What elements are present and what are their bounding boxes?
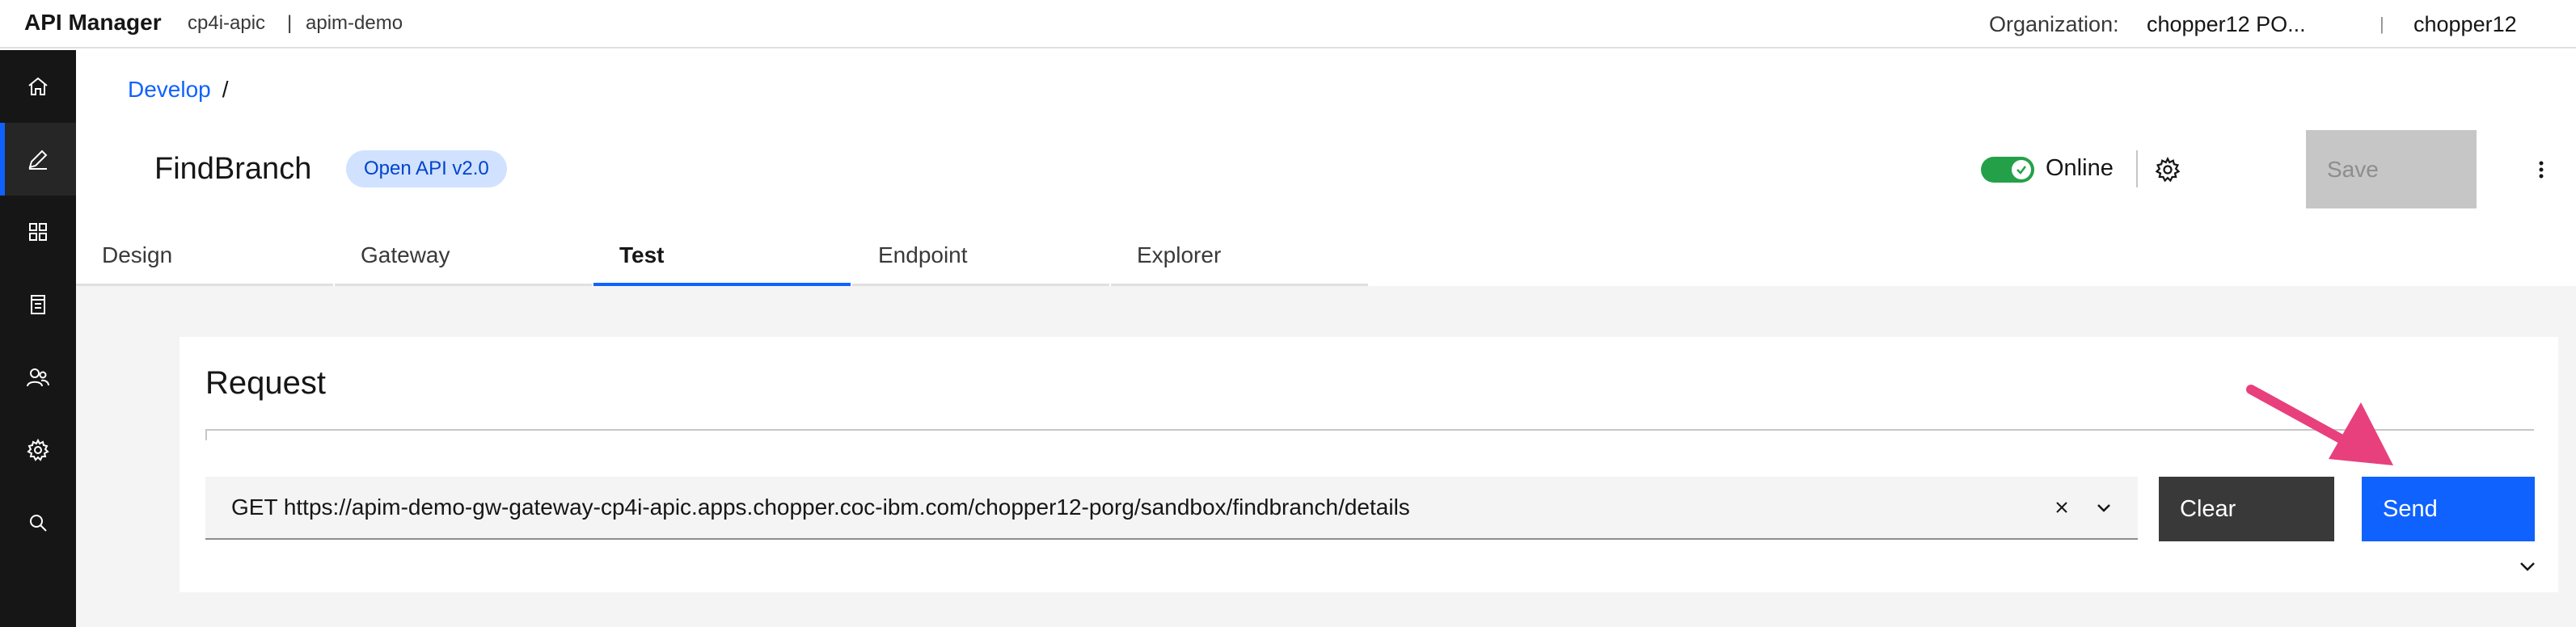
left-sidebar	[0, 50, 76, 627]
url-clear-button[interactable]	[2047, 493, 2076, 522]
edit-icon	[28, 149, 48, 170]
send-button[interactable]: Send	[2362, 477, 2535, 541]
tab-endpoint[interactable]: Endpoint	[852, 234, 1109, 286]
sidebar-item-members[interactable]	[0, 341, 76, 414]
request-url-field[interactable]: GET https://apim-demo-gw-gateway-cp4i-ap…	[205, 477, 2138, 540]
api-version-tag: Open API v2.0	[346, 150, 507, 187]
toolbar-divider	[2136, 150, 2138, 187]
request-divider	[205, 429, 2534, 431]
tab-test[interactable]: Test	[593, 234, 851, 286]
sidebar-item-analytics[interactable]	[0, 268, 76, 341]
header-separator: |	[2380, 14, 2384, 34]
document-icon	[31, 295, 45, 314]
chevron-down-icon	[2520, 562, 2535, 571]
toggle-knob	[2012, 160, 2031, 179]
request-url-value[interactable]: GET https://apim-demo-gw-gateway-cp4i-ap…	[231, 494, 1410, 520]
api-settings-button[interactable]	[2148, 150, 2187, 189]
sidebar-item-develop[interactable]	[0, 123, 76, 196]
catalog-context: cp4i-apic	[188, 12, 266, 34]
expand-request-button[interactable]	[2513, 551, 2542, 580]
sidebar-item-manage[interactable]	[0, 196, 76, 268]
gear-icon	[2155, 156, 2181, 183]
online-status-label: Online	[2046, 155, 2114, 181]
close-icon	[2056, 502, 2067, 513]
request-heading: Request	[205, 365, 326, 401]
save-button[interactable]: Save	[2306, 130, 2477, 208]
users-icon	[27, 368, 49, 387]
instance-context: apim-demo	[306, 12, 403, 34]
search-icon	[30, 515, 47, 532]
request-tile	[179, 337, 2558, 592]
overflow-menu-button[interactable]	[2529, 150, 2553, 189]
app-title[interactable]: API Manager	[24, 10, 162, 36]
breadcrumb: Develop /	[128, 77, 229, 103]
chevron-down-icon	[2097, 504, 2110, 512]
url-dropdown-button[interactable]	[2089, 493, 2118, 522]
gear-icon	[27, 438, 49, 461]
api-tabs: Design Gateway Test Endpoint Explorer	[76, 234, 1370, 286]
top-header: API Manager cp4i-apic | apim-demo Organi…	[0, 0, 2576, 48]
clear-button[interactable]: Clear	[2159, 477, 2334, 541]
sidebar-item-settings[interactable]	[0, 414, 76, 486]
tab-explorer[interactable]: Explorer	[1111, 234, 1368, 286]
sidebar-item-home[interactable]	[0, 50, 76, 123]
home-icon	[28, 77, 48, 95]
user-menu[interactable]: chopper12	[2413, 12, 2517, 37]
page-title: FindBranch	[154, 152, 312, 186]
organization-selector[interactable]: chopper12 PO...	[2147, 12, 2306, 37]
breadcrumb-separator: /	[222, 77, 229, 102]
context-separator: |	[287, 12, 293, 34]
grid-icon	[29, 223, 47, 241]
sidebar-item-search[interactable]	[0, 486, 76, 559]
tab-gateway[interactable]: Gateway	[335, 234, 592, 286]
request-divider-tick	[205, 429, 207, 440]
breadcrumb-develop-link[interactable]: Develop	[128, 77, 211, 102]
checkmark-icon	[2016, 166, 2026, 175]
overflow-menu-icon	[2539, 161, 2544, 179]
annotation-arrow-icon	[2246, 385, 2393, 465]
online-toggle[interactable]	[1981, 157, 2034, 183]
organization-label: Organization:	[1989, 12, 2119, 36]
tab-design[interactable]: Design	[76, 234, 333, 286]
